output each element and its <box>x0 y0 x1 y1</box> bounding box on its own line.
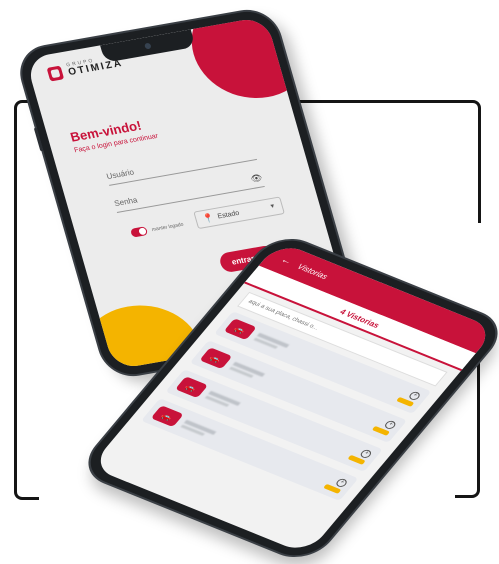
app-bar-title: Vistorias <box>295 261 331 281</box>
pin-icon: 📍 <box>201 211 215 224</box>
camera-icon <box>144 42 152 50</box>
logo-mark-icon <box>46 65 65 82</box>
keep-logged-row[interactable]: manter logado <box>129 220 185 238</box>
car-icon: 🚗 <box>223 318 257 341</box>
eye-icon[interactable]: 👁 <box>249 172 263 185</box>
frame-bracket-left <box>14 100 39 500</box>
keep-logged-label: manter logado <box>151 221 185 233</box>
plus-icon[interactable]: + <box>383 419 398 431</box>
keep-logged-toggle[interactable] <box>129 226 149 238</box>
car-icon: 🚗 <box>199 347 233 370</box>
back-arrow-icon[interactable]: ← <box>278 254 295 267</box>
decorative-blob-top <box>178 16 328 108</box>
brand-logo: GRUPO OTIMIZA <box>46 54 124 82</box>
state-select[interactable]: 📍 Estado ▼ <box>193 196 285 230</box>
password-placeholder: Senha <box>113 195 139 209</box>
car-icon: 🚗 <box>150 405 184 428</box>
plus-icon[interactable]: + <box>358 448 374 460</box>
plus-icon[interactable]: + <box>407 390 422 402</box>
state-select-label: Estado <box>216 209 241 220</box>
caret-down-icon: ▼ <box>268 203 277 211</box>
car-icon: 🚗 <box>175 376 209 399</box>
plus-icon[interactable]: + <box>334 477 349 489</box>
